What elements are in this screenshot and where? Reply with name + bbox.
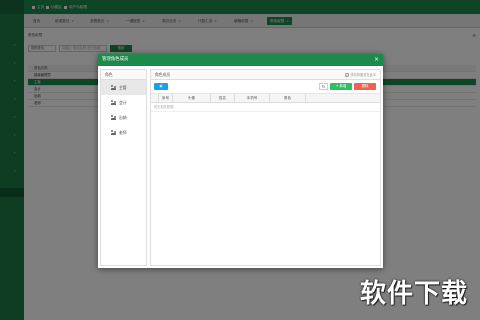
role-item-cashier[interactable]: 出纳 bbox=[101, 110, 146, 125]
member-hint: i 多机构服务在此中 bbox=[345, 73, 376, 78]
role-item-accountant[interactable]: 会计 bbox=[101, 95, 146, 110]
dialog-title: 管理角色成员 bbox=[102, 57, 129, 62]
watermark: 软件下载 bbox=[359, 279, 468, 309]
delete-member-button[interactable]: 删除 bbox=[354, 83, 376, 90]
role-item-supervisor[interactable]: 主管 bbox=[101, 80, 146, 95]
select-all-checkbox[interactable] bbox=[151, 94, 159, 102]
role-list-panel: 角色 主管 会计 出纳 老师 bbox=[100, 69, 147, 266]
add-member-button[interactable]: + 新增 bbox=[330, 83, 352, 90]
info-icon: i bbox=[345, 73, 349, 78]
empty-message: 暂无相关数据！ bbox=[151, 103, 380, 112]
column-header: 姓名 bbox=[211, 94, 235, 102]
select-member-button[interactable]: ◉ bbox=[154, 83, 168, 90]
manage-role-members-dialog: 管理角色成员 × 角色 主管 会计 出纳 老师 角色成员 i 多机构服务在此中 … bbox=[98, 54, 383, 268]
member-table-header: 序号 头像 姓名 手机号 角色 bbox=[151, 94, 380, 103]
member-toolbar: ◉ ↻ + 新增 删除 bbox=[151, 80, 380, 94]
role-item-teacher[interactable]: 老师 bbox=[101, 125, 146, 140]
dialog-header: 管理角色成员 × bbox=[98, 54, 383, 66]
dialog-body: 角色 主管 会计 出纳 老师 角色成员 i 多机构服务在此中 ◉ ↻ + 新增 … bbox=[100, 69, 381, 266]
column-header: 角色 bbox=[270, 94, 306, 102]
users-icon bbox=[111, 100, 116, 105]
users-icon bbox=[111, 115, 116, 120]
users-icon bbox=[111, 130, 116, 135]
refresh-icon[interactable]: ↻ bbox=[319, 83, 328, 90]
role-list-header: 角色 bbox=[101, 70, 146, 80]
member-panel: 角色成员 i 多机构服务在此中 ◉ ↻ + 新增 删除 序号 头像 姓名 手机号… bbox=[150, 69, 381, 266]
users-icon bbox=[111, 85, 116, 90]
member-panel-header: 角色成员 i 多机构服务在此中 bbox=[151, 70, 380, 80]
column-header: 序号 bbox=[159, 94, 173, 102]
column-header: 手机号 bbox=[235, 94, 270, 102]
column-header: 头像 bbox=[173, 94, 211, 102]
close-icon[interactable]: × bbox=[374, 54, 379, 66]
